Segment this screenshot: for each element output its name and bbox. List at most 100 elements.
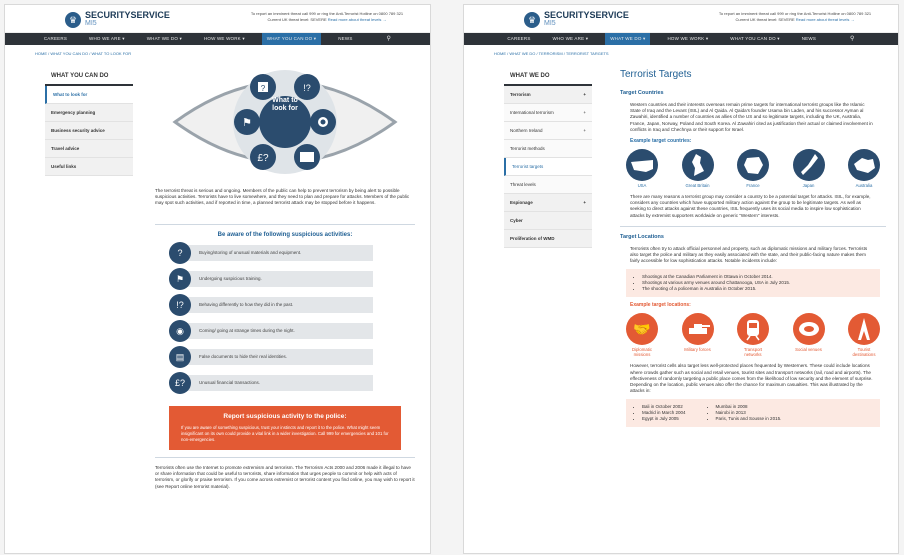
people-icon: !? [169, 294, 191, 316]
eye-icon: ◉ [169, 320, 191, 342]
gb-map-icon [681, 149, 714, 182]
svg-text:!?: !? [303, 83, 311, 93]
plus-icon: + [583, 110, 586, 115]
nav-news[interactable]: NEWS [797, 33, 821, 45]
sidebar-item-useful-links[interactable]: Useful links [45, 158, 133, 176]
location-icons: 🤝 Diplomatic missions Military forces Tra… [620, 313, 886, 357]
locations-text: Terrorists often try to attack official … [630, 245, 868, 264]
country-usa: USA [624, 149, 660, 188]
training-icon: ⚑ [169, 268, 191, 290]
activity-text: Behaving differently to how they did in … [185, 297, 373, 313]
activity-text: Undergoing suspicious training. [185, 271, 373, 287]
brand-name: SECURITYSERVICE [85, 10, 170, 20]
country-australia: Australia [846, 149, 882, 188]
location-diplomatic: 🤝 Diplomatic missions [624, 313, 660, 357]
tank-icon [681, 313, 714, 346]
sidebar-item-espionage[interactable]: Espionage + [504, 194, 592, 212]
list-item: ? Buying/storing of unusual materials an… [169, 242, 415, 264]
nav-who-we-are[interactable]: WHO WE ARE ▾ [548, 33, 594, 45]
id-card-icon: ▤ [169, 346, 191, 368]
nav-who-we-are[interactable]: WHO WE ARE ▾ [84, 33, 130, 45]
sidebar-title: WHAT YOU CAN DO [45, 67, 133, 86]
country-great-britain: Great Britain [680, 149, 716, 188]
activity-text: Buying/storing of unusual materials and … [185, 245, 373, 261]
sidebar-item-threat-levels[interactable]: Threat levels [504, 176, 592, 194]
sidebar-item-travel-advice[interactable]: Travel advice [45, 140, 133, 158]
divider [620, 225, 886, 227]
location-tourist: Tourist destinations [846, 313, 882, 357]
countries-text-2: There are many reasons a terrorist group… [630, 194, 871, 218]
nav-what-you-can-do[interactable]: WHAT YOU CAN DO ▾ [261, 33, 322, 45]
sidebar-item-what-to-look-for[interactable]: What to look for [45, 86, 133, 104]
nav-what-you-can-do[interactable]: WHAT YOU CAN DO ▾ [725, 33, 784, 45]
list-item: The shooting of a policeman in Australia… [642, 286, 870, 292]
sidebar-title: WHAT WE DO [504, 67, 592, 86]
nav-what-we-do[interactable]: WHAT WE DO ▾ [142, 33, 187, 45]
threat-level-text: Current UK threat level: SEVERE [267, 17, 327, 22]
plus-icon: + [583, 92, 586, 97]
sidebar-item-terrorist-methods[interactable]: Terrorist methods [504, 140, 592, 158]
plus-icon: + [583, 200, 586, 205]
nav-careers[interactable]: CAREERS [39, 33, 72, 45]
activity-text: Coming/ going at strange times during th… [185, 323, 373, 339]
sidebar-item-cyber[interactable]: Cyber [504, 212, 592, 230]
eye-label: What to look for [272, 97, 298, 112]
report-title: Report suspicious activity to the police… [223, 413, 347, 420]
nav-how-we-work[interactable]: HOW WE WORK ▾ [199, 33, 250, 45]
eye-illustration: ? !? £? ⚑ [172, 70, 398, 174]
list-item: ⚑ Undergoing suspicious training. [169, 268, 415, 290]
example-countries-label: Example target countries: [630, 138, 692, 145]
search-icon[interactable]: ⚲ [382, 33, 397, 45]
sidebar-item-international[interactable]: International terrorism + [504, 104, 592, 122]
main-nav: CAREERS WHO WE ARE ▾ WHAT WE DO ▾ HOW WE… [5, 33, 430, 45]
activity-text: Unusual financial transactions. [185, 375, 373, 391]
nav-news[interactable]: NEWS [333, 33, 357, 45]
threat-notice: To report an imminent threat call 999 or… [710, 11, 880, 23]
list-item: !? Behaving differently to how they did … [169, 294, 415, 316]
usa-map-icon [626, 149, 658, 182]
handshake-icon: 🤝 [626, 313, 658, 346]
sidebar-item-business-security[interactable]: Business security advice [45, 122, 133, 140]
country-japan: Japan [791, 149, 827, 188]
breadcrumb[interactable]: HOME / WHAT WE DO / TERRORISM / TERRORIS… [464, 45, 898, 62]
plus-icon: + [583, 128, 586, 133]
france-map-icon [737, 149, 769, 182]
example-locations-label: Example target locations: [630, 302, 691, 309]
eye-infographic: ? !? £? ⚑ What to look for The terrorist… [155, 67, 415, 217]
divider [155, 457, 415, 458]
site-logo[interactable]: ♛ SECURITYSERVICE MI5 [65, 11, 170, 28]
brand-name: SECURITYSERVICE [544, 10, 629, 20]
countries-heading: Target Countries [620, 90, 664, 96]
breadcrumb[interactable]: HOME / WHAT YOU CAN DO / WHAT TO LOOK FO… [5, 45, 430, 62]
train-icon [737, 313, 769, 346]
svg-text:?: ? [261, 84, 266, 93]
sidebar-item-terrorist-targets[interactable]: Terrorist targets [504, 158, 592, 176]
online-content-text: Terrorists often use the Internet to pro… [155, 465, 415, 489]
nav-careers[interactable]: CAREERS [502, 33, 535, 45]
sidebar: WHAT WE DO Terrorism + International terr… [504, 67, 592, 248]
nav-how-we-work[interactable]: HOW WE WORK ▾ [662, 33, 713, 45]
main-content: ? !? £? ⚑ What to look for The terrorist… [155, 63, 415, 490]
activities-heading: Be aware of the following suspicious act… [217, 232, 353, 238]
sidebar-item-northern-ireland[interactable]: Northern Ireland + [504, 122, 592, 140]
sidebar-item-emergency-planning[interactable]: Emergency planning [45, 104, 133, 122]
activity-text: False documents to hide their real ident… [185, 349, 373, 365]
left-page-screenshot: ♛ SECURITYSERVICE MI5 To report an immin… [4, 4, 431, 554]
list-item: Paris, Tunis and Sousse in 2015. [716, 416, 782, 422]
main-content: Terrorist Targets Target Countries Weste… [620, 69, 886, 432]
locations-heading: Target Locations [620, 233, 664, 240]
crest-icon: ♛ [65, 11, 81, 28]
countries-text: Western countries and their interests ov… [630, 102, 873, 132]
japan-map-icon [792, 149, 825, 182]
site-logo[interactable]: ♛ SECURITYSERVICE MI5 [524, 11, 629, 28]
sidebar-item-proliferation[interactable]: Proliferation of WMD [504, 230, 592, 248]
search-icon[interactable]: ⚲ [845, 33, 860, 45]
threat-levels-link[interactable]: Read more about threat levels → [328, 17, 387, 22]
threat-levels-link[interactable]: Read more about threat levels → [796, 17, 855, 22]
threat-notice: To report an imminent threat call 999 or… [242, 11, 412, 23]
header: ♛ SECURITYSERVICE MI5 To report an immin… [464, 5, 898, 33]
sidebar-item-terrorism[interactable]: Terrorism + [504, 86, 592, 104]
nav-what-we-do[interactable]: WHAT WE DO ▾ [605, 33, 651, 45]
threat-level-text: Current UK threat level: SEVERE [735, 17, 795, 22]
list-item: £? Unusual financial transactions. [169, 372, 415, 394]
